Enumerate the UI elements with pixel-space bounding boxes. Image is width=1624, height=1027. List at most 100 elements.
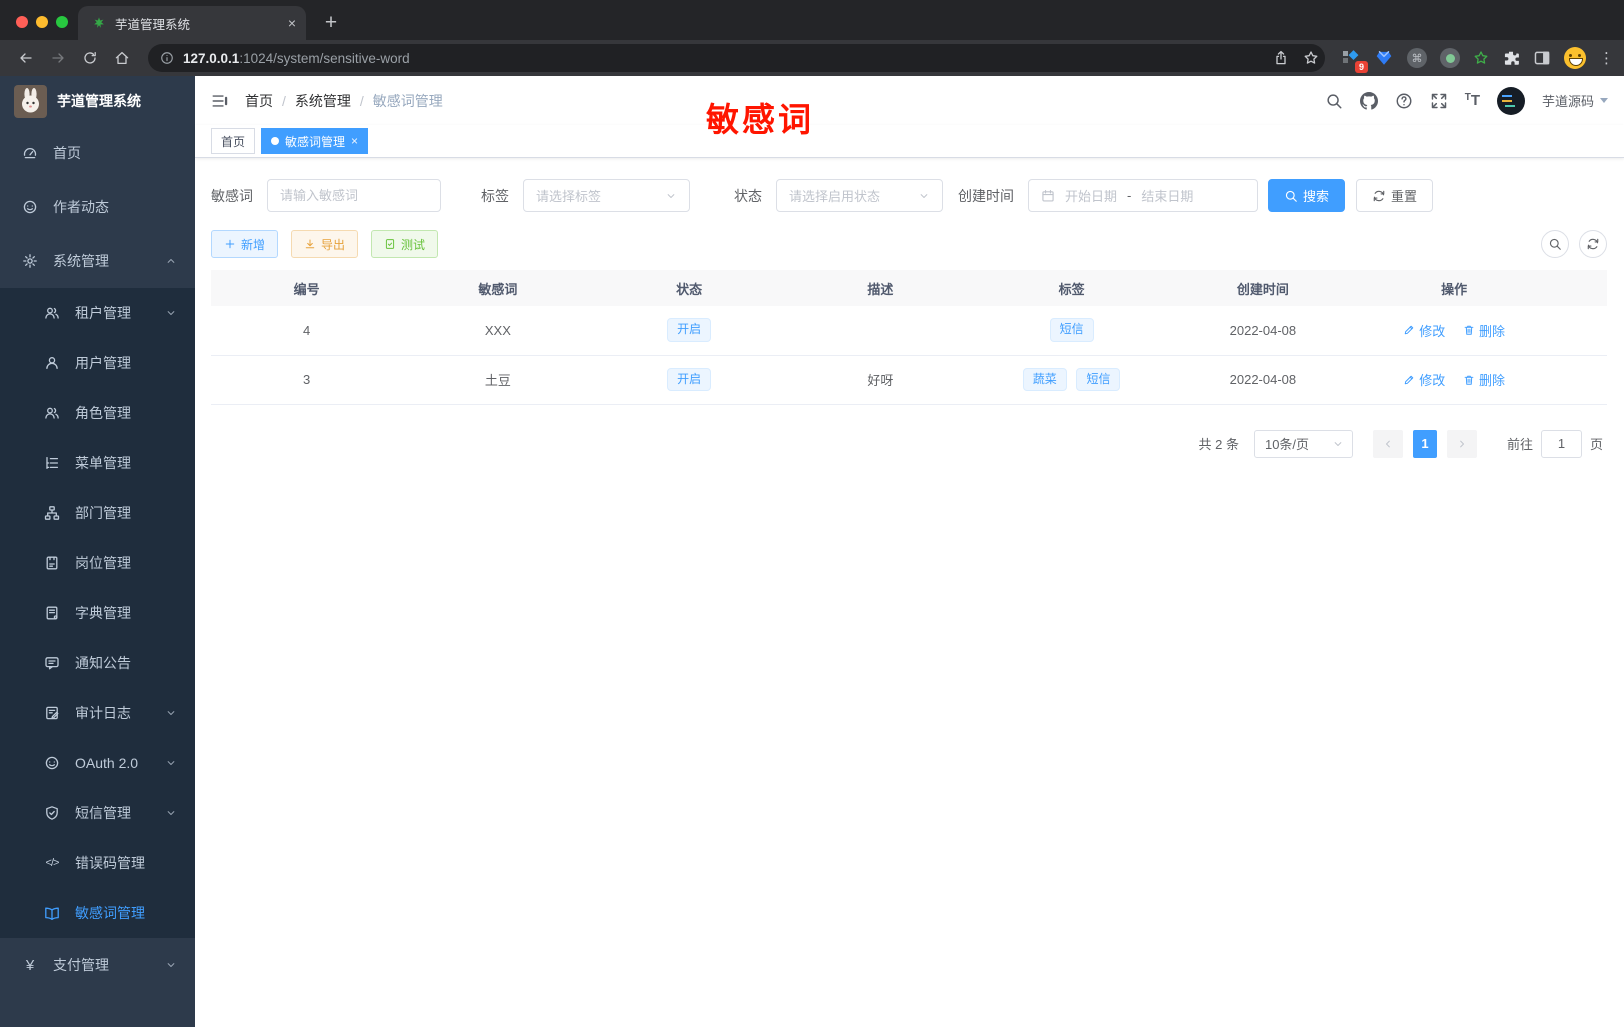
extension-star-icon[interactable] <box>1473 50 1489 66</box>
cell-id: 3 <box>211 355 403 405</box>
tag-label: 标签 <box>481 187 509 204</box>
extension-gem-icon[interactable] <box>1374 48 1394 68</box>
goto-page-input[interactable] <box>1540 429 1582 458</box>
extension-tabs-icon[interactable]: 9 <box>1341 48 1368 73</box>
table-row: 4 XXX 开启 短信 2022-04-08 修改 删除 <box>211 306 1607 356</box>
font-size-icon[interactable]: TT <box>1465 92 1480 109</box>
edit-link[interactable]: 修改 <box>1403 321 1445 340</box>
page-content: 敏感词 标签 请选择标签 状态 请选择启用状态 创建时间 开始日期 - 结束日 <box>195 158 1624 1027</box>
browser-tab[interactable]: 芋道管理系统 × <box>78 6 306 40</box>
sidebar-logo[interactable]: 芋道管理系统 <box>0 76 195 126</box>
sidebar-item-system[interactable]: 系统管理 <box>0 234 195 288</box>
breadcrumb-system[interactable]: 系统管理 <box>295 91 351 111</box>
browser-toolbar: 127.0.0.1:1024/system/sensitive-word 9 ⌘… <box>0 40 1624 76</box>
sidebar-fold-icon[interactable] <box>211 92 229 110</box>
tab-close-icon[interactable]: × <box>288 15 296 31</box>
users-icon <box>44 305 60 321</box>
sidebar-item-post[interactable]: 岗位管理 <box>0 538 195 588</box>
sidebar-item-author-news[interactable]: 作者动态 <box>0 180 195 234</box>
page-number-1[interactable]: 1 <box>1412 429 1437 458</box>
users-icon <box>44 405 60 421</box>
profile-avatar[interactable] <box>1564 47 1586 69</box>
date-range-picker[interactable]: 开始日期 - 结束日期 <box>1028 179 1258 212</box>
tag-close-icon[interactable]: × <box>351 134 358 148</box>
sidebar-item-menu[interactable]: 菜单管理 <box>0 438 195 488</box>
sidebar-item-user[interactable]: 用户管理 <box>0 338 195 388</box>
sidebar-item-dict[interactable]: 字典管理 <box>0 588 195 638</box>
tag-sensitive-word[interactable]: 敏感词管理 × <box>261 128 369 154</box>
sidebar-item-role[interactable]: 角色管理 <box>0 388 195 438</box>
status-badge: 开启 <box>667 367 712 392</box>
toggle-search-button[interactable] <box>1541 230 1569 258</box>
user-avatar[interactable] <box>1496 86 1525 115</box>
page-size-select[interactable]: 10条/页 <box>1253 429 1353 458</box>
pagination: 共 2 条 10条/页 1 前往 页 <box>211 429 1607 458</box>
home-button[interactable] <box>108 44 136 72</box>
extensions-puzzle-icon[interactable] <box>1502 49 1520 67</box>
code-icon: </> <box>45 857 60 869</box>
col-created: 创建时间 <box>1167 270 1359 306</box>
sidebar-item-sensitive-word[interactable]: 敏感词管理 <box>0 888 195 938</box>
help-icon[interactable] <box>1395 92 1413 110</box>
share-icon[interactable] <box>1273 50 1289 66</box>
sidebar-item-notice[interactable]: 通知公告 <box>0 638 195 688</box>
extension-command-icon[interactable]: ⌘ <box>1407 48 1427 68</box>
sidebar-item-department[interactable]: 部门管理 <box>0 488 195 538</box>
delete-link[interactable]: 删除 <box>1463 321 1505 340</box>
sidebar-item-oauth[interactable]: OAuth 2.0 <box>0 738 195 788</box>
status-select[interactable]: 请选择启用状态 <box>776 179 943 212</box>
browser-menu-icon[interactable]: ⋮ <box>1599 49 1614 67</box>
cell-created: 2022-04-08 <box>1167 306 1359 356</box>
sidebar-item-error-code[interactable]: </> 错误码管理 <box>0 838 195 888</box>
sidebar-item-home[interactable]: 首页 <box>0 126 195 180</box>
app-title: 芋道管理系统 <box>57 93 141 109</box>
new-tab-button[interactable]: + <box>316 8 346 38</box>
zoom-window-button[interactable] <box>56 16 68 28</box>
prev-page-button[interactable] <box>1372 429 1403 458</box>
sidebar: 芋道管理系统 首页 作者动态 系统管理 租户管理 用户管理 角色管理 菜单管理 … <box>0 76 195 1027</box>
extension-badge: 9 <box>1354 61 1368 73</box>
github-icon[interactable] <box>1360 92 1378 110</box>
tags-view-bar: 首页 敏感词管理 × <box>195 125 1624 158</box>
keyword-input[interactable] <box>267 179 441 212</box>
status-badge: 开启 <box>667 318 712 343</box>
sidebar-item-audit-log[interactable]: 审计日志 <box>0 688 195 738</box>
back-button[interactable] <box>12 44 40 72</box>
tag-select[interactable]: 请选择标签 <box>523 179 690 212</box>
header-search-icon[interactable] <box>1325 92 1343 110</box>
chevron-down-icon <box>1332 438 1344 450</box>
close-window-button[interactable] <box>16 16 28 28</box>
cell-description: 好呀 <box>784 355 976 405</box>
site-info-icon[interactable] <box>160 51 174 65</box>
forward-button[interactable] <box>44 44 72 72</box>
delete-link[interactable]: 删除 <box>1463 370 1505 389</box>
sidebar-item-tenant[interactable]: 租户管理 <box>0 288 195 338</box>
refresh-table-button[interactable] <box>1579 230 1607 258</box>
edit-link[interactable]: 修改 <box>1403 370 1445 389</box>
breadcrumb-home[interactable]: 首页 <box>245 91 273 111</box>
sidebar-item-payment[interactable]: ¥ 支付管理 <box>0 938 195 992</box>
chevron-down-icon <box>665 190 677 202</box>
tag-home[interactable]: 首页 <box>211 128 256 154</box>
sidebar-item-sms[interactable]: 短信管理 <box>0 788 195 838</box>
address-bar[interactable]: 127.0.0.1:1024/system/sensitive-word <box>148 44 1325 72</box>
fullscreen-icon[interactable] <box>1430 92 1448 110</box>
minimize-window-button[interactable] <box>36 16 48 28</box>
col-description: 描述 <box>784 270 976 306</box>
test-button[interactable]: 测试 <box>371 230 439 258</box>
search-button[interactable]: 搜索 <box>1268 179 1346 212</box>
export-button[interactable]: 导出 <box>291 230 359 258</box>
add-button[interactable]: 新增 <box>211 230 279 258</box>
user-menu[interactable]: 芋道源码 <box>1542 91 1608 110</box>
reload-button[interactable] <box>76 44 104 72</box>
side-panel-icon[interactable] <box>1533 49 1551 67</box>
chevron-down-icon <box>165 807 177 819</box>
bookmark-star-icon[interactable] <box>1303 50 1319 66</box>
page-unit: 页 <box>1589 437 1603 452</box>
reset-button[interactable]: 重置 <box>1356 179 1434 212</box>
next-page-button[interactable] <box>1446 429 1477 458</box>
total-count: 共 2 条 <box>1198 437 1239 452</box>
tab-title: 芋道管理系统 <box>115 17 191 32</box>
extension-record-icon[interactable] <box>1440 48 1460 68</box>
chat-face-icon <box>44 755 60 771</box>
